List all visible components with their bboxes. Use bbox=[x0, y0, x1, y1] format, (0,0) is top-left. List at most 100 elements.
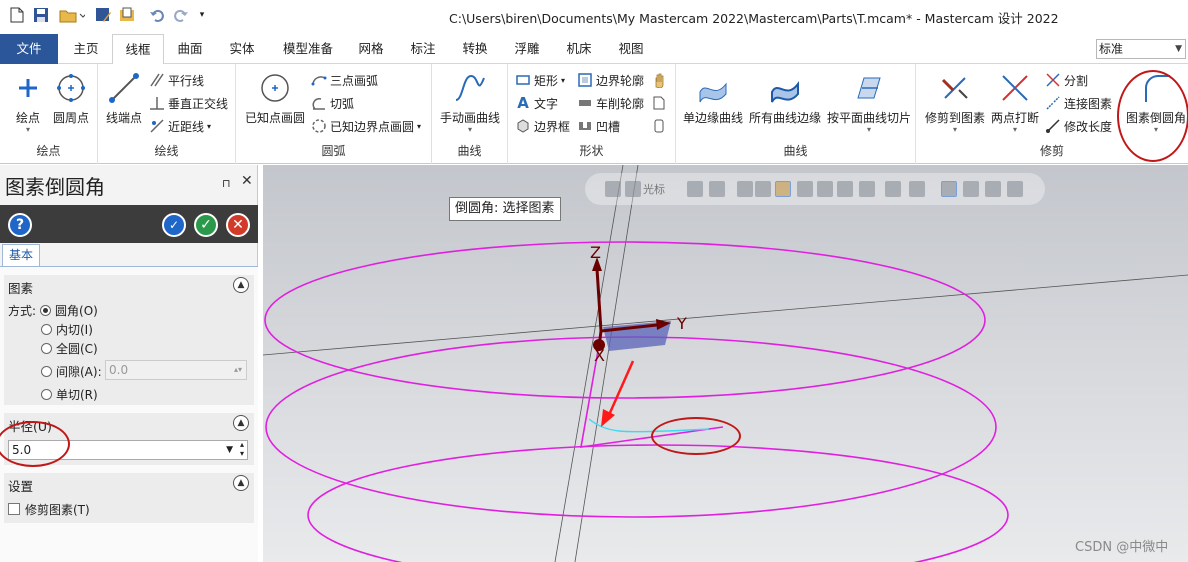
radio-inscribe-label: 内切(I) bbox=[56, 322, 93, 337]
line-endpoints-button[interactable]: 线端点 bbox=[104, 70, 144, 126]
tab-basic[interactable]: 基本 bbox=[2, 244, 40, 266]
help-icon[interactable]: ? bbox=[8, 213, 32, 237]
box-view-icon[interactable] bbox=[755, 181, 771, 197]
perpendicular-line-button[interactable]: 垂直正交线 bbox=[148, 93, 228, 113]
break-two-pieces-button[interactable]: 两点打断 ▾ bbox=[988, 70, 1042, 134]
sphere-icon[interactable] bbox=[837, 181, 853, 197]
select-icon[interactable] bbox=[737, 181, 753, 197]
tangent-arc-button[interactable]: 切弧 bbox=[310, 93, 354, 113]
radio-single-cut[interactable] bbox=[41, 388, 52, 400]
single-edge-curve-button[interactable]: 单边缘曲线 bbox=[682, 70, 744, 126]
text-button[interactable]: A 文字 bbox=[514, 93, 558, 113]
bounding-box-icon bbox=[514, 117, 532, 135]
ok-check-icon[interactable]: ✓ bbox=[194, 213, 218, 237]
doc-button[interactable] bbox=[650, 93, 670, 113]
document-icon bbox=[650, 94, 668, 112]
join-entities-button[interactable]: 连接图素 bbox=[1044, 93, 1112, 113]
collapse-icon[interactable]: ▲ bbox=[233, 475, 249, 491]
tab-annotate[interactable]: 标注 bbox=[400, 34, 446, 64]
slot-button[interactable] bbox=[650, 116, 670, 136]
chevron-down-icon: ▾ bbox=[866, 125, 871, 134]
radio-inscribe[interactable] bbox=[41, 323, 52, 335]
ribbon: 绘点 ▾ 圆周点 绘点 线端点 平行线 垂直正交线 近距线 ▾ 绘线 已知点画圆… bbox=[0, 64, 1188, 164]
helix-curve[interactable] bbox=[307, 444, 1009, 562]
tab-surface[interactable]: 曲面 bbox=[166, 34, 214, 64]
divide-button[interactable]: 分割 bbox=[1044, 70, 1088, 90]
new-file-icon[interactable] bbox=[8, 5, 26, 25]
properties-icon[interactable] bbox=[118, 5, 136, 25]
groove-button[interactable]: 凹槽 bbox=[576, 116, 620, 136]
hidden-icon[interactable] bbox=[859, 181, 875, 197]
entities-section: 图素 ▲ 方式: 圆角(O) 内切(I) 全圆(C) 间隙(A): 0.0 ▴▾… bbox=[4, 275, 254, 405]
tab-model-prep[interactable]: 模型准备 bbox=[276, 34, 340, 64]
save-as-icon[interactable] bbox=[94, 5, 112, 25]
check-doc-icon[interactable] bbox=[963, 181, 979, 197]
gear-icon[interactable] bbox=[709, 181, 725, 197]
rectangle-button[interactable]: 矩形 ▾ bbox=[514, 70, 565, 90]
pin-icon[interactable]: ⊓ bbox=[222, 177, 231, 190]
save-icon[interactable] bbox=[32, 5, 50, 25]
refresh-icon[interactable] bbox=[1007, 181, 1023, 197]
bounding-box-button[interactable]: 边界框 bbox=[514, 116, 570, 136]
layer-icon[interactable] bbox=[885, 181, 901, 197]
shade-icon[interactable] bbox=[775, 181, 791, 197]
turn-profile-button[interactable]: 车削轮廓 bbox=[576, 93, 644, 113]
rotate-icon[interactable] bbox=[985, 181, 1001, 197]
tab-solid[interactable]: 实体 bbox=[218, 34, 266, 64]
manual-spline-button[interactable]: 手动画曲线 ▾ bbox=[436, 70, 504, 134]
tab-wireframe[interactable]: 线框 bbox=[112, 34, 164, 65]
tab-mesh[interactable]: 网格 bbox=[348, 34, 394, 64]
zoom-icon[interactable] bbox=[941, 181, 957, 197]
view-toolbar: 光标 bbox=[585, 173, 1045, 205]
customize-qat-icon[interactable]: ▾ bbox=[196, 5, 208, 25]
window-title: C:\Users\biren\Documents\My Mastercam 20… bbox=[449, 11, 1059, 26]
tab-view[interactable]: 视图 bbox=[608, 34, 654, 64]
dashed-box-icon[interactable] bbox=[909, 181, 925, 197]
apply-plus-icon[interactable]: ✓ bbox=[162, 213, 186, 237]
wireframe-icon[interactable] bbox=[797, 181, 813, 197]
cancel-x-icon[interactable]: ✕ bbox=[226, 213, 250, 237]
circle-edge-point-button[interactable]: 已知边界点画圆 ▾ bbox=[310, 116, 421, 136]
hand-tool-button[interactable] bbox=[650, 70, 670, 90]
group-curves: 单边缘曲线 所有曲线边缘 按平面曲线切片 ▾ 曲线 bbox=[676, 64, 916, 164]
radio-fillet[interactable] bbox=[40, 304, 52, 316]
spinner-icon[interactable]: ▴ ▾ bbox=[240, 440, 244, 458]
parallel-line-button[interactable]: 平行线 bbox=[148, 70, 204, 90]
chevron-down-icon[interactable]: ▼ bbox=[226, 441, 233, 459]
closest-line-button[interactable]: 近距线 ▾ bbox=[148, 116, 211, 136]
trim-entities-checkbox[interactable] bbox=[8, 503, 20, 515]
collapse-icon[interactable]: ▲ bbox=[233, 415, 249, 431]
cursor-label[interactable]: 光标 bbox=[643, 181, 665, 197]
radio-gap[interactable] bbox=[41, 365, 52, 377]
solid-icon[interactable] bbox=[817, 181, 833, 197]
lock-icon[interactable] bbox=[625, 181, 641, 197]
tab-transform[interactable]: 转换 bbox=[452, 34, 498, 64]
fillet-panel: 图素倒圆角 ⊓ ✕ ? ✓ ✓ ✕ 基本 图素 ▲ 方式: 圆角(O) 内切(I… bbox=[0, 165, 258, 562]
panel-body: 图素 ▲ 方式: 圆角(O) 内切(I) 全圆(C) 间隙(A): 0.0 ▴▾… bbox=[0, 266, 258, 562]
xyz-icon[interactable] bbox=[687, 181, 703, 197]
all-edges-curve-button[interactable]: 所有曲线边缘 bbox=[748, 70, 822, 126]
helix-curve[interactable] bbox=[264, 241, 986, 399]
boundary-profile-button[interactable]: 边界轮廓 bbox=[576, 70, 644, 90]
chevron-down-icon: ▾ bbox=[952, 125, 957, 134]
three-point-arc-button[interactable]: 三点画弧 bbox=[310, 70, 378, 90]
undo-icon[interactable] bbox=[148, 5, 166, 25]
open-folder-icon[interactable] bbox=[58, 5, 86, 25]
close-icon[interactable]: ✕ bbox=[241, 173, 253, 189]
tab-relief[interactable]: 浮雕 bbox=[504, 34, 550, 64]
point-button[interactable]: 绘点 ▾ bbox=[10, 70, 46, 134]
slice-curve-button[interactable]: 按平面曲线切片 ▾ bbox=[826, 70, 912, 134]
tab-home[interactable]: 主页 bbox=[62, 34, 110, 64]
trim-to-entities-button[interactable]: 修剪到图素 ▾ bbox=[924, 70, 986, 134]
circle-point-button[interactable]: 圆周点 bbox=[50, 70, 92, 126]
view-style-select[interactable]: 标准 ▼ bbox=[1096, 39, 1186, 59]
tab-machine[interactable]: 机床 bbox=[556, 34, 602, 64]
graphics-viewport[interactable]: Z Y X 光标 倒圆角: 选择图素 CSDN @中微中 bbox=[263, 165, 1188, 562]
radio-full-circle[interactable] bbox=[41, 342, 52, 354]
redo-icon[interactable] bbox=[172, 5, 190, 25]
circle-known-point-button[interactable]: 已知点画圆 bbox=[242, 70, 308, 126]
tab-file[interactable]: 文件 bbox=[0, 34, 58, 64]
cube-icon[interactable] bbox=[605, 181, 621, 197]
collapse-icon[interactable]: ▲ bbox=[233, 277, 249, 293]
modify-length-button[interactable]: 修改长度 bbox=[1044, 116, 1112, 136]
